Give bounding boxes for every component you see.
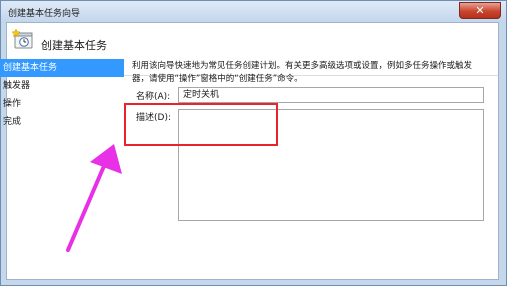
page-title: 创建基本任务: [41, 39, 107, 52]
description-line-2: 器，请使用“操作”窗格中的“创建任务”命令。: [132, 74, 303, 84]
task-clock-icon: [11, 28, 33, 49]
nav-item-trigger[interactable]: 触发器: [0, 77, 124, 95]
name-input[interactable]: 定时关机: [178, 87, 484, 103]
description-line-1: 利用该向导快速地为常见任务创建计划。有关更多高级选项或设置，例如多任务操作或触发: [132, 61, 473, 71]
close-icon: ✕: [475, 4, 485, 17]
title-bar[interactable]: 创建基本任务向导 ✕: [1, 1, 506, 23]
nav-item-create-basic-task[interactable]: 创建基本任务: [0, 59, 124, 77]
wizard-steps-nav: 创建基本任务 触发器 操作 完成: [0, 59, 124, 131]
highlight-box: [124, 103, 278, 146]
window-title: 创建基本任务向导: [8, 9, 81, 19]
nav-item-action[interactable]: 操作: [0, 95, 124, 113]
nav-item-finish[interactable]: 完成: [0, 113, 124, 131]
name-label: 名称(A):: [136, 92, 171, 102]
close-button[interactable]: ✕: [459, 2, 501, 19]
annotation-arrow: [66, 144, 122, 252]
wizard-content: 利用该向导快速地为常见任务创建计划。有关更多高级选项或设置，例如多任务操作或触发…: [132, 60, 488, 86]
